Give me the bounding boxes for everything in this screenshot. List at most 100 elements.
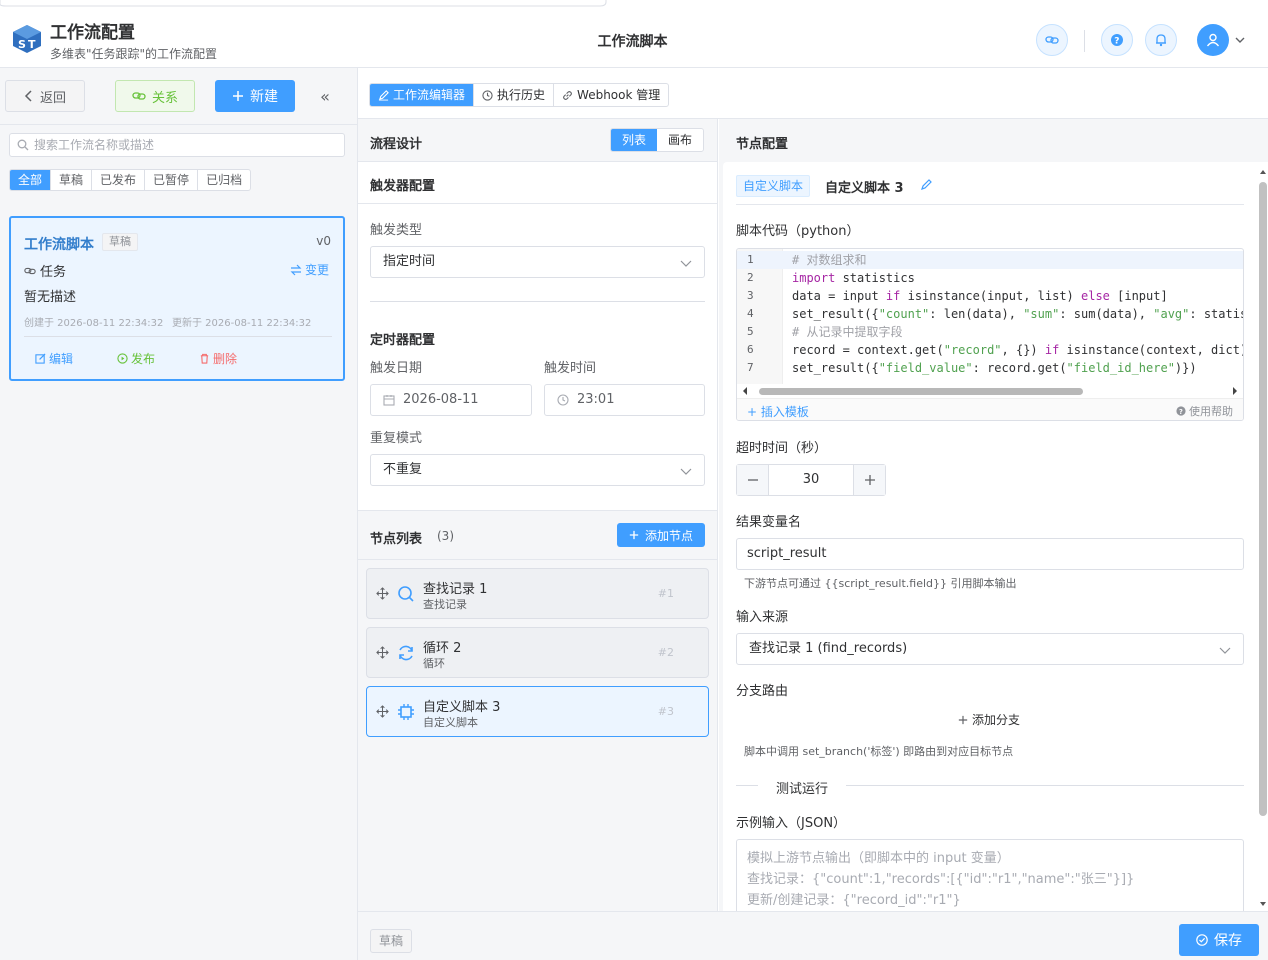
code-line: 5 # 从记录中提取字段 — [747, 325, 903, 339]
workflow-card[interactable]: 工作流脚本 草稿 v0 任务 变更 暂无描述 创建于 2026-08-11 22… — [9, 216, 345, 381]
editor-footer: + 插入模板 ? 使用帮助 — [737, 398, 1243, 420]
nodes-count: (3) — [437, 529, 454, 543]
calendar-icon — [383, 394, 395, 406]
help-button[interactable]: ? — [1101, 24, 1133, 56]
svg-text:?: ? — [1114, 37, 1119, 47]
notifications-button[interactable] — [1145, 24, 1177, 56]
drag-handle-icon[interactable] — [376, 705, 389, 718]
save-button[interactable]: 保存 — [1179, 924, 1259, 956]
node-item-selected[interactable]: 自定义脚本 3 自定义脚本 #3 — [366, 686, 709, 737]
tab-execution-history[interactable]: 执行历史 — [474, 84, 555, 106]
publish-label: 发布 — [131, 352, 156, 366]
filter-archived[interactable]: 已归档 — [198, 170, 250, 190]
scrollbar-thumb[interactable] — [759, 388, 1083, 395]
code-line: 2 import statistics — [747, 271, 915, 285]
decrement-button[interactable] — [737, 465, 769, 495]
node-item[interactable]: 循环 2 循环 #2 — [366, 627, 709, 678]
code-editor[interactable]: 1 # 对数组求和 2 import statistics 3 data = inpu… — [736, 248, 1244, 421]
node-title: 自定义脚本 3 — [825, 181, 904, 196]
time-picker[interactable]: 23:01 — [544, 384, 705, 416]
filter-published[interactable]: 已发布 — [92, 170, 146, 190]
view-list-button[interactable]: 列表 — [611, 129, 657, 151]
collapse-sidebar-button[interactable]: « — [316, 86, 334, 106]
node-name: 循环 2 — [423, 641, 462, 656]
trash-icon — [200, 353, 209, 364]
code-line: 1 # 对数组求和 — [737, 251, 1243, 269]
branch-hint: 脚本中调用 set_branch('标签') 即路由到对应目标节点 — [744, 745, 1014, 758]
code-line: 4 set_result({"count": len(data), "sum": … — [747, 307, 1244, 321]
plus-icon — [958, 715, 968, 724]
divider — [736, 204, 1244, 205]
input-source-label: 输入来源 — [736, 610, 789, 625]
code-label: 脚本代码（python） — [736, 224, 860, 239]
trigger-label: 变更 — [290, 261, 329, 278]
link-chain-icon — [132, 92, 146, 100]
publish-workflow-button[interactable]: 发布 — [117, 350, 155, 367]
result-var-input[interactable]: script_result — [736, 538, 1244, 570]
relations-header-button[interactable] — [1036, 24, 1068, 56]
add-node-button[interactable]: 添加节点 — [617, 523, 705, 547]
delete-workflow-button[interactable]: 删除 — [199, 350, 237, 367]
drag-handle-icon[interactable] — [376, 587, 389, 600]
workflow-table: 任务 — [24, 261, 66, 280]
new-workflow-button[interactable]: 新建 — [215, 80, 295, 112]
divider — [0, 124, 357, 125]
view-canvas-button[interactable]: 画布 — [657, 129, 703, 151]
svg-text:?: ? — [1179, 408, 1183, 416]
edit-icon[interactable] — [920, 179, 932, 191]
browser-edge — [0, 0, 1268, 8]
insert-template-button[interactable]: + 插入模板 — [747, 403, 809, 420]
filter-all[interactable]: 全部 — [10, 170, 52, 190]
increment-button[interactable] — [853, 465, 885, 495]
node-type: 查找记录 — [423, 598, 467, 611]
repeat-value: 不重复 — [383, 462, 423, 477]
tab-webhook[interactable]: Webhook 管理 — [554, 84, 668, 106]
page-title: 工作流脚本 — [597, 34, 668, 50]
usage-help-button[interactable]: ? 使用帮助 — [1176, 403, 1233, 419]
filter-draft[interactable]: 草稿 — [51, 170, 93, 190]
svg-text:T: T — [28, 38, 36, 51]
chevron-down-icon[interactable] — [1234, 34, 1246, 46]
tab-label: Webhook 管理 — [577, 88, 661, 102]
back-button[interactable]: 返回 — [5, 80, 85, 112]
date-value: 2026-08-11 — [403, 392, 479, 407]
code-line: 6 record = context.get("record", {}) if i… — [747, 343, 1244, 357]
result-var-label: 结果变量名 — [736, 515, 802, 530]
scrollbar-thumb[interactable] — [1259, 182, 1267, 816]
link-icon — [563, 90, 572, 100]
timeout-value[interactable]: 30 — [769, 465, 853, 495]
timeout-label: 超时时间（秒） — [736, 441, 828, 456]
user-avatar[interactable] — [1197, 24, 1229, 56]
filter-paused[interactable]: 已暂停 — [145, 170, 199, 190]
user-icon — [1206, 33, 1220, 47]
search-field[interactable] — [9, 133, 345, 157]
node-item[interactable]: 查找记录 1 查找记录 #1 — [366, 568, 709, 619]
node-name: 查找记录 1 — [423, 582, 488, 597]
drag-handle-icon[interactable] — [376, 646, 389, 659]
divider — [24, 336, 332, 337]
add-branch-button[interactable]: 添加分支 — [958, 711, 1020, 728]
plus-icon — [233, 91, 243, 101]
search-input[interactable] — [34, 136, 334, 154]
code-area[interactable]: 1 # 对数组求和 2 import statistics 3 data = inpu… — [737, 251, 1243, 384]
play-circle-icon — [117, 353, 128, 364]
version-label: v0 — [316, 234, 331, 248]
trigger-type-select[interactable]: 指定时间 — [370, 246, 705, 278]
edit-workflow-button[interactable]: 编辑 — [35, 350, 73, 367]
relations-button[interactable]: 关系 — [115, 80, 195, 112]
plus-icon — [864, 475, 875, 485]
trigger-text: 变更 — [304, 263, 329, 277]
clock-icon — [557, 394, 569, 406]
app-title: 工作流配置 — [50, 23, 135, 43]
svg-text:S: S — [18, 38, 26, 51]
nodes-list-title: 节点列表 — [370, 532, 423, 547]
tab-workflow-editor[interactable]: 工作流编辑器 — [370, 84, 475, 106]
repeat-select[interactable]: 不重复 — [370, 454, 705, 486]
input-source-select[interactable]: 查找记录 1 (find_records) — [736, 633, 1244, 665]
divider — [358, 203, 717, 204]
horizontal-scrollbar[interactable] — [741, 386, 1239, 396]
minus-icon — [747, 479, 758, 481]
sample-input-textarea[interactable] — [736, 839, 1244, 919]
date-picker[interactable]: 2026-08-11 — [370, 384, 532, 416]
divider — [358, 559, 717, 560]
